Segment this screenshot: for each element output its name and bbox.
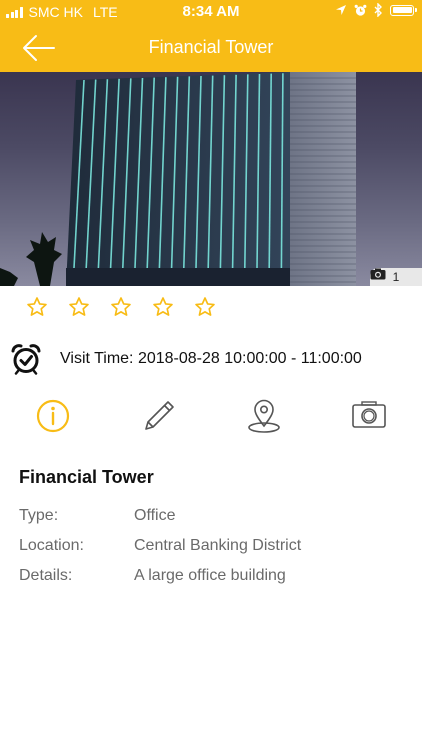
photo-count-badge[interactable]: 1: [370, 268, 422, 286]
detail-label: Type:: [19, 507, 59, 524]
status-bar: SMC HK LTE 8:34 AM: [0, 0, 422, 24]
pencil-icon[interactable]: [139, 396, 179, 436]
detail-value: Office: [134, 507, 176, 524]
detail-label: Details:: [19, 567, 73, 584]
battery-icon: [390, 4, 417, 16]
star-icon[interactable]: [68, 296, 90, 318]
camera-icon: [370, 268, 386, 280]
building-illustration: [0, 72, 356, 286]
hero-photo[interactable]: 1: [0, 72, 422, 286]
alarm-icon: [354, 4, 367, 16]
star-icon[interactable]: [26, 296, 48, 318]
page-title: Financial Tower: [148, 37, 274, 57]
alarm-clock-icon: [11, 344, 41, 375]
location-arrow-icon: [336, 5, 346, 15]
app-header: SMC HK LTE 8:34 AM Financial Tower: [0, 0, 422, 72]
visit-time-row: Visit Time: 2018-08-28 10:00:00 - 11:00:…: [10, 343, 362, 375]
camera-action-icon[interactable]: [349, 396, 389, 436]
map-pin-icon[interactable]: [244, 396, 284, 436]
info-icon[interactable]: [33, 396, 73, 436]
star-rating: [26, 296, 216, 318]
star-icon[interactable]: [152, 296, 174, 318]
bluetooth-icon: [374, 3, 382, 17]
action-bar: [0, 396, 422, 436]
detail-label: Location:: [19, 537, 84, 554]
detail-value: A large office building: [134, 567, 286, 584]
visit-time-text: Visit Time: 2018-08-28 10:00:00 - 11:00:…: [60, 350, 362, 367]
nav-bar: Financial Tower: [0, 24, 422, 72]
detail-value: Central Banking District: [134, 537, 302, 554]
star-icon[interactable]: [194, 296, 216, 318]
star-icon[interactable]: [110, 296, 132, 318]
details-title: Financial Tower: [19, 467, 154, 487]
photo-count-number: 1: [392, 270, 400, 284]
